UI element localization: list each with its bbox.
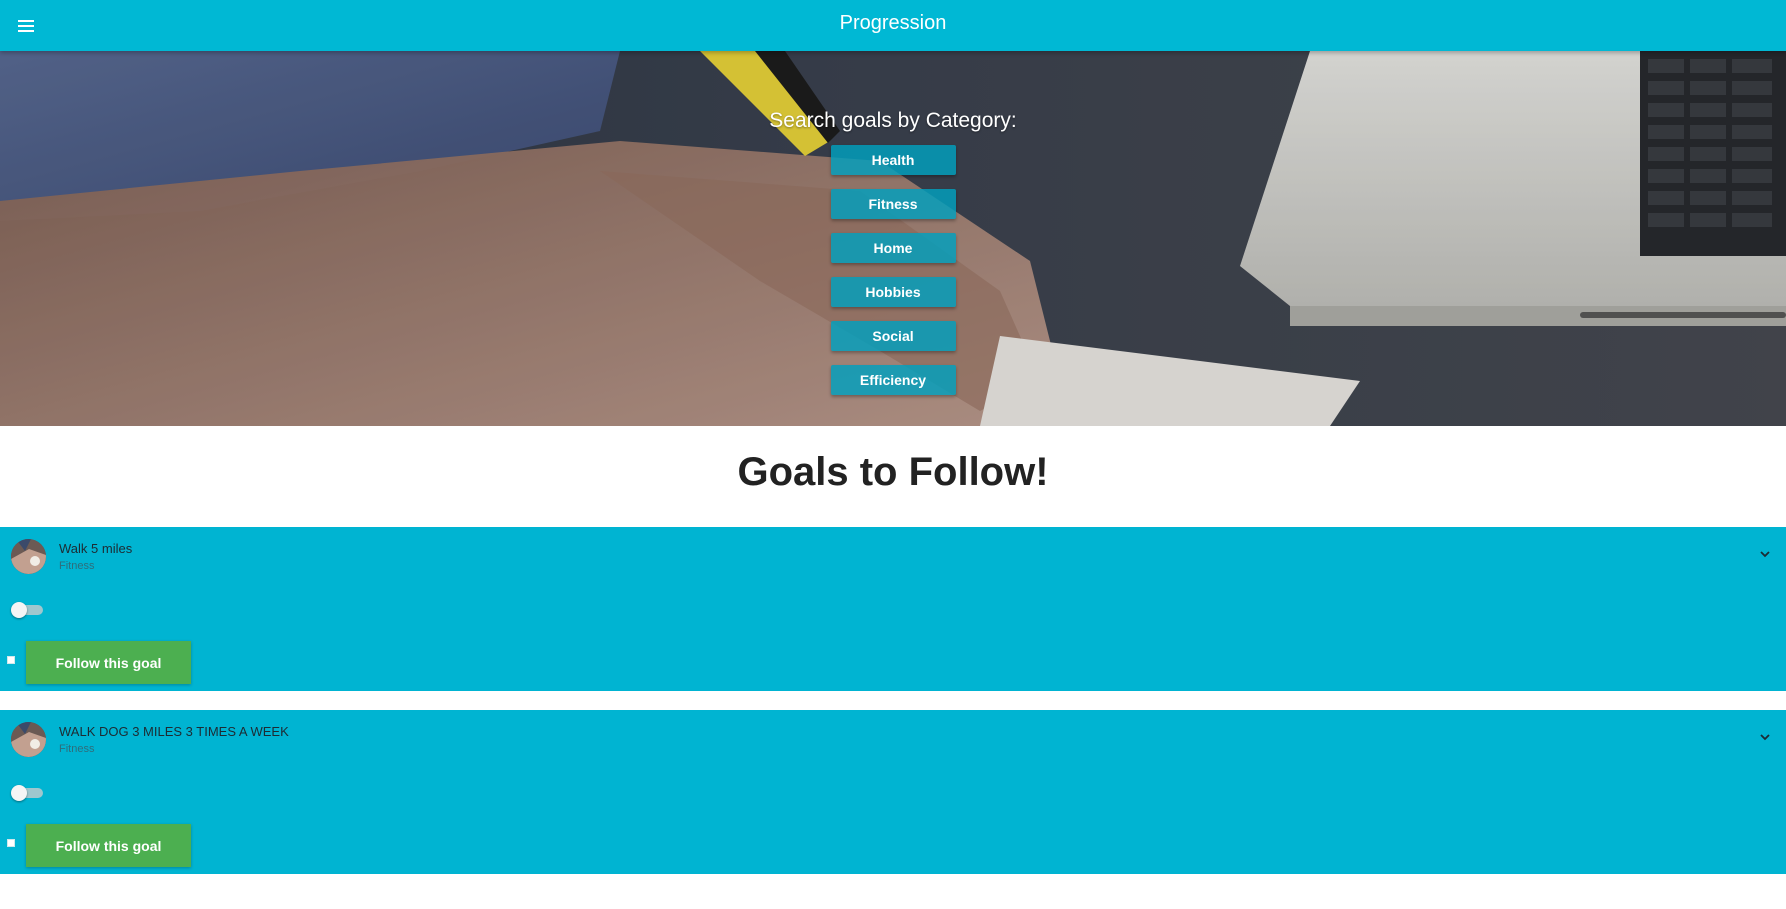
app-bar: Progression	[0, 0, 1786, 51]
category-search-heading: Search goals by Category:	[769, 109, 1017, 132]
goal-checkbox[interactable]	[7, 839, 15, 847]
goal-category: Fitness	[59, 743, 95, 755]
category-button-fitness[interactable]: Fitness	[830, 189, 956, 219]
follow-goal-button[interactable]: Follow this goal	[26, 824, 191, 867]
category-button-social[interactable]: Social	[830, 321, 956, 351]
goal-name: Walk 5 miles	[59, 541, 133, 556]
avatar	[11, 722, 46, 757]
category-button-home[interactable]: Home	[830, 233, 956, 263]
goal-checkbox[interactable]	[7, 656, 15, 664]
app-title: Progression	[839, 12, 947, 34]
goal-toggle[interactable]	[11, 602, 43, 618]
chevron-down-icon[interactable]	[1758, 547, 1772, 561]
section-title: Goals to Follow!	[737, 450, 1049, 494]
goal-category: Fitness	[59, 560, 95, 572]
avatar	[11, 539, 46, 574]
category-button-efficiency[interactable]: Efficiency	[830, 365, 956, 395]
toggle-knob	[11, 602, 27, 618]
goal-card: WALK DOG 3 MILES 3 TIMES A WEEK Fitness …	[0, 710, 1786, 874]
goal-name: WALK DOG 3 MILES 3 TIMES A WEEK	[59, 724, 289, 739]
toggle-knob	[11, 785, 27, 801]
goal-card: Walk 5 miles Fitness Follow this goal	[0, 527, 1786, 691]
category-button-health[interactable]: Health	[830, 145, 956, 175]
goal-toggle[interactable]	[11, 785, 43, 801]
chevron-down-icon[interactable]	[1758, 730, 1772, 744]
hero-banner: Search goals by Category: Health Fitness…	[0, 51, 1786, 426]
follow-goal-button[interactable]: Follow this goal	[26, 641, 191, 684]
category-search: Search goals by Category: Health Fitness…	[0, 109, 1786, 409]
category-button-hobbies[interactable]: Hobbies	[830, 277, 956, 307]
